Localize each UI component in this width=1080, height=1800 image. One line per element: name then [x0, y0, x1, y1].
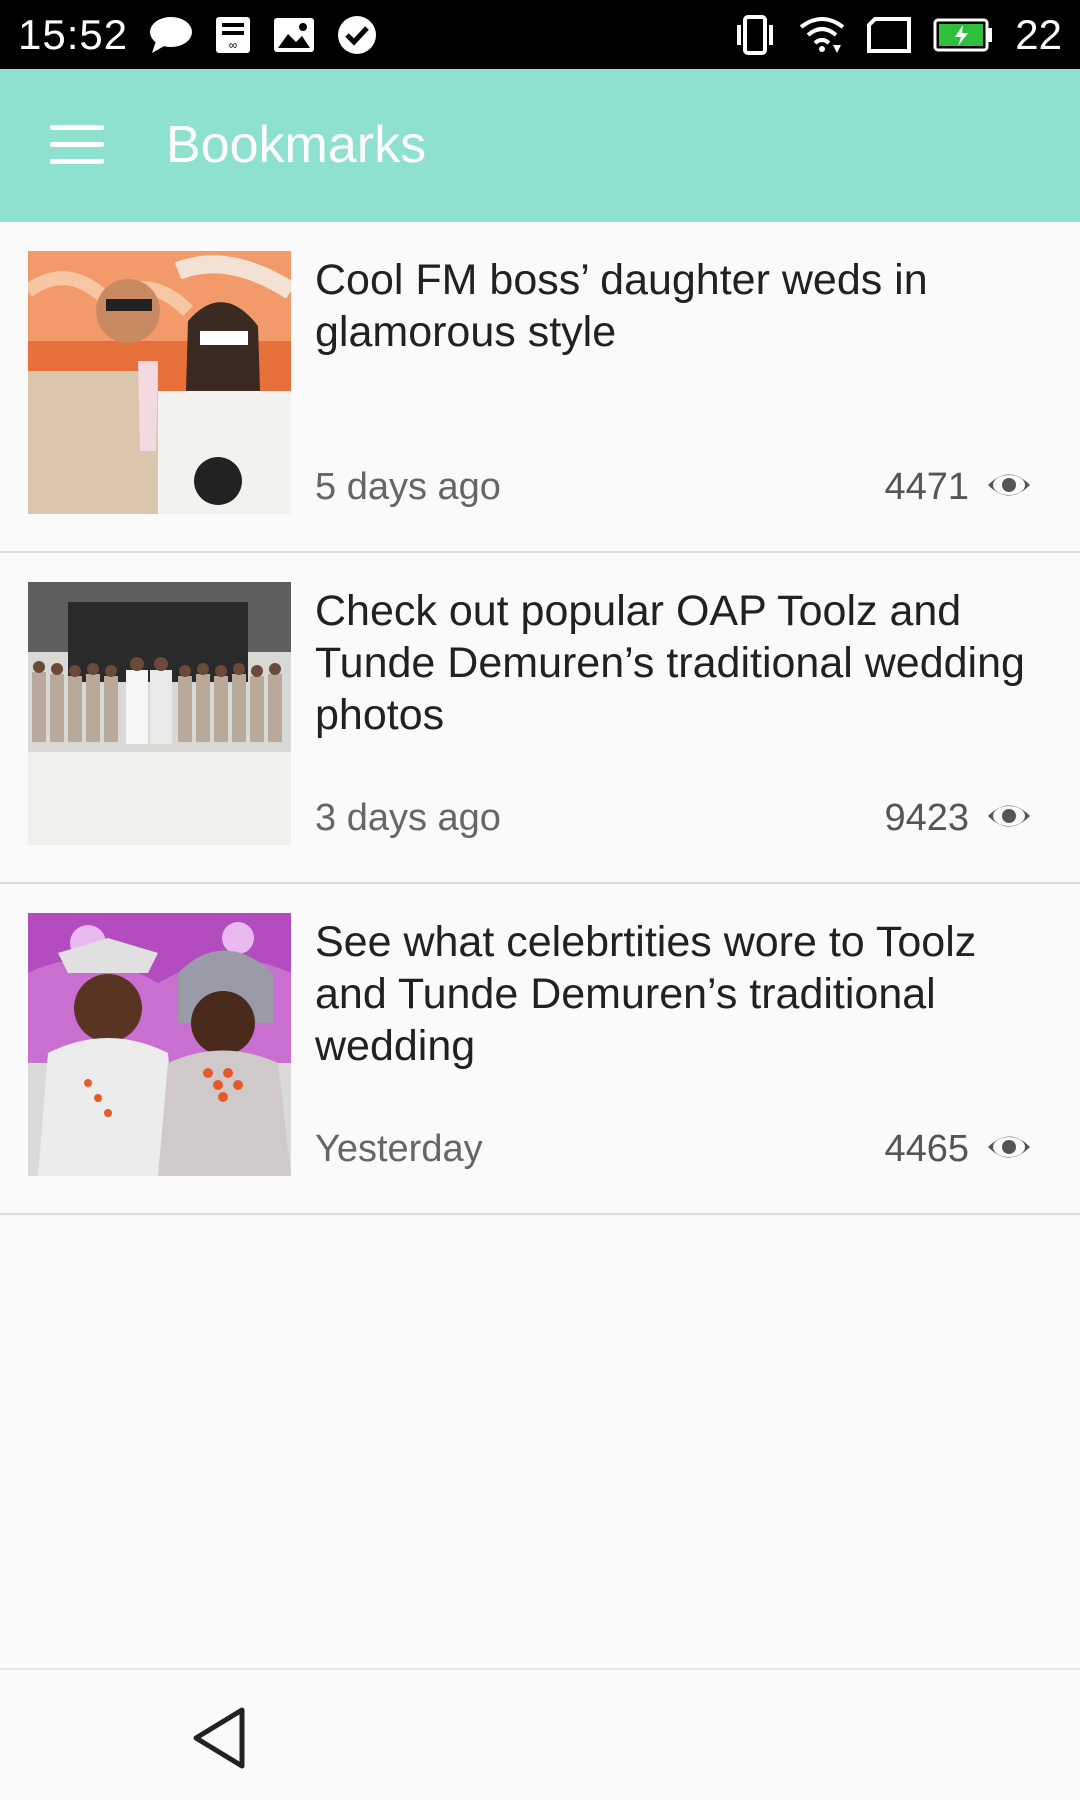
battery-percentage: 22: [1015, 10, 1062, 58]
eye-icon: [988, 474, 1030, 496]
sim-card-icon: ∞: [214, 15, 252, 55]
wifi-icon: [799, 15, 845, 55]
page-title: Bookmarks: [166, 116, 427, 174]
status-bar: 15:52 ∞ 22: [0, 0, 1080, 69]
bookmark-item[interactable]: See what celebrtities wore to Toolz and …: [0, 884, 1080, 1215]
article-time: 5 days ago: [315, 466, 501, 508]
view-count: 4465: [884, 1128, 969, 1170]
message-icon: [148, 15, 194, 55]
bookmark-item[interactable]: Cool FM boss’ daughter weds in glamorous…: [0, 222, 1080, 553]
notification-icons: ∞: [148, 14, 378, 56]
battery-charging-icon: [933, 18, 993, 52]
eye-icon: [988, 1136, 1030, 1158]
navigation-bar: [0, 1668, 1080, 1800]
svg-text:∞: ∞: [229, 38, 238, 52]
article-title: See what celebrtities wore to Toolz and …: [315, 918, 977, 1070]
bookmark-item[interactable]: Check out popular OAP Toolz and Tunde De…: [0, 553, 1080, 884]
no-sim-icon: [867, 16, 912, 53]
view-count: 9423: [884, 797, 969, 839]
hamburger-menu-icon[interactable]: [50, 125, 104, 165]
article-thumbnail: [28, 582, 291, 845]
article-thumbnail: [28, 913, 291, 1176]
article-thumbnail: [28, 251, 291, 514]
article-time: Yesterday: [315, 1128, 483, 1170]
article-time: 3 days ago: [315, 797, 501, 839]
bookmark-list: Cool FM boss’ daughter weds in glamorous…: [0, 222, 1080, 1215]
article-title: Cool FM boss’ daughter weds in glamorous…: [315, 256, 928, 356]
status-time: 15:52: [18, 10, 129, 58]
check-circle-icon: [336, 14, 378, 56]
image-icon: [272, 16, 316, 54]
vibrate-icon: [733, 14, 777, 55]
view-count: 4471: [884, 466, 969, 508]
app-bar: Bookmarks: [0, 69, 1080, 222]
back-triangle-icon[interactable]: [190, 1706, 250, 1770]
eye-icon: [988, 805, 1030, 827]
system-icons: 22: [733, 11, 1062, 59]
article-title: Check out popular OAP Toolz and Tunde De…: [315, 587, 1025, 739]
